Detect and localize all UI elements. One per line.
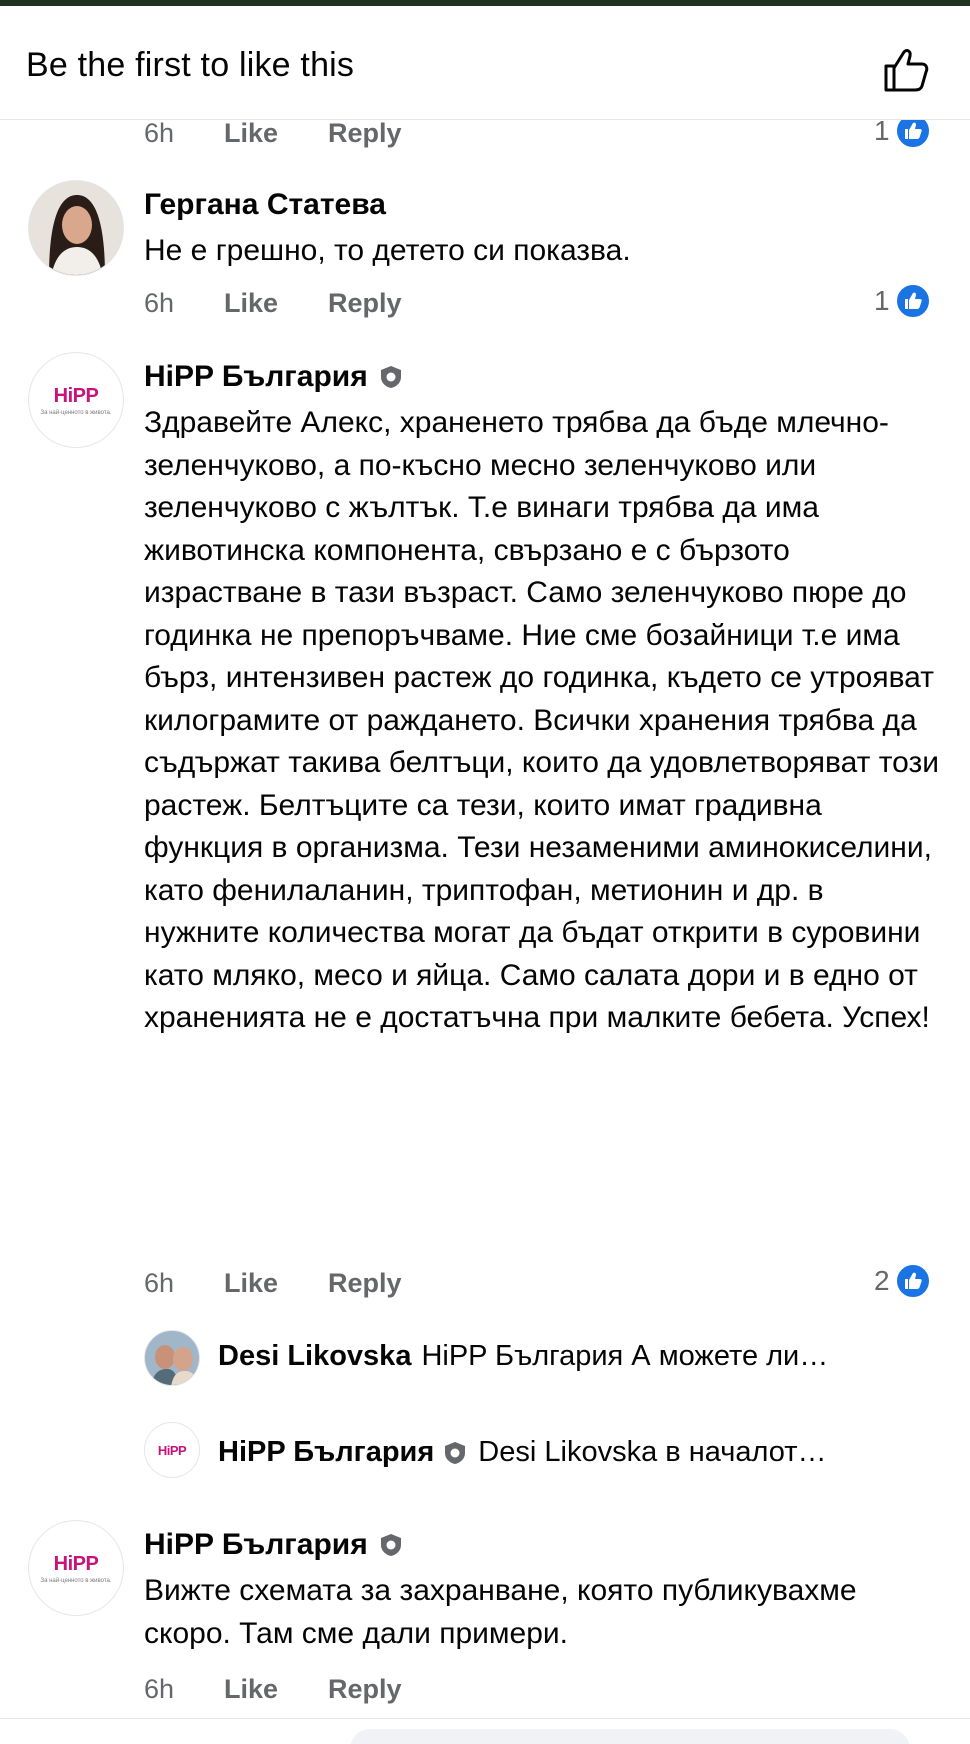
hipp-logo: HiPP За най-ценното в живота. (40, 1552, 112, 1584)
like-reaction-icon (893, 282, 932, 320)
profile-photo (29, 181, 123, 275)
comment-author[interactable]: HiPP България (144, 360, 404, 394)
comment-text: Не е грешно, то детето си показва. (144, 234, 631, 267)
avatar[interactable] (28, 180, 124, 276)
like-link[interactable]: Like (224, 288, 278, 319)
comment-author[interactable]: HiPP България (144, 1528, 404, 1562)
reply-preview[interactable]: Desi Likovska HiPP България А можете ли… (218, 1340, 938, 1373)
avatar[interactable] (144, 1330, 200, 1386)
reaction-count[interactable]: 1 (874, 282, 932, 320)
verified-shield-icon (380, 366, 401, 388)
reply-author[interactable]: HiPP България (218, 1436, 468, 1469)
like-link[interactable]: Like (224, 118, 278, 149)
reply-link[interactable]: Reply (328, 1268, 402, 1299)
reply-author[interactable]: Desi Likovska (218, 1340, 411, 1373)
comment-actions: 6h Like Reply (144, 1268, 452, 1299)
verified-shield-icon (380, 1534, 401, 1556)
comment-time: 6h (144, 288, 175, 318)
comment-input[interactable] (350, 1729, 910, 1744)
header-title: Be the first to like this (26, 46, 355, 84)
like-link[interactable]: Like (224, 1674, 278, 1705)
reply-text: HiPP България А можете ли… (421, 1340, 829, 1372)
comment-composer-bar (0, 1718, 970, 1744)
reply-link[interactable]: Reply (328, 118, 402, 149)
reply-text: Desi Likovska в началот… (478, 1436, 827, 1468)
prev-comment-actions: 6h Like Reply (144, 118, 452, 149)
profile-photo (145, 1331, 199, 1385)
like-link[interactable]: Like (224, 1268, 278, 1299)
hipp-logo: HiPP (157, 1442, 187, 1458)
comment-time: 6h (144, 1268, 175, 1298)
comment-actions: 6h Like Reply (144, 288, 452, 319)
like-reaction-icon (893, 1262, 932, 1300)
hipp-avatar[interactable]: HiPP За най-ценното в живота. (28, 1520, 124, 1616)
reaction-count[interactable]: 2 (874, 1262, 932, 1300)
reply-preview[interactable]: HiPP България Desi Likovska в началот… (218, 1436, 938, 1469)
thumbs-up-icon[interactable] (880, 44, 932, 96)
comment-text: Вижте схемата за захранване, която публи… (144, 1574, 857, 1650)
hipp-logo: HiPP За най-ценното в живота. (40, 384, 112, 416)
reply-link[interactable]: Reply (328, 288, 402, 319)
verified-shield-icon (445, 1441, 466, 1464)
comment-time: 6h (144, 118, 175, 148)
hipp-avatar[interactable]: HiPP За най-ценното в живота. (28, 352, 124, 448)
comment-actions: 6h Like Reply (144, 1674, 452, 1705)
comment-text: Здравейте Алекс, храненето трябва да бъд… (144, 406, 939, 1034)
hipp-avatar[interactable]: HiPP (144, 1422, 200, 1478)
reply-link[interactable]: Reply (328, 1674, 402, 1705)
comment-time: 6h (144, 1674, 175, 1704)
reactions-header[interactable]: Be the first to like this (0, 6, 970, 120)
comment-author[interactable]: Гергана Статева (144, 188, 386, 222)
